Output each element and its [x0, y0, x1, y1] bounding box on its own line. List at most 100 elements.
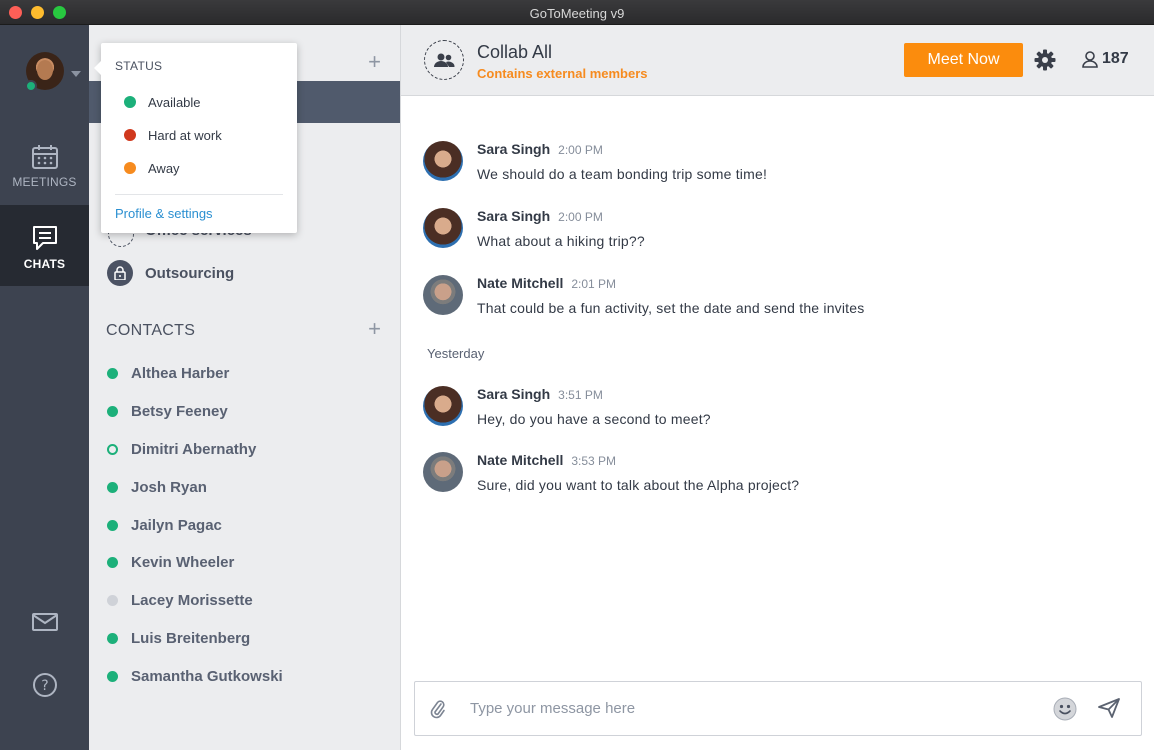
- contact-name: Kevin Wheeler: [131, 554, 235, 572]
- avatar[interactable]: [423, 386, 463, 426]
- status-dot: [107, 443, 118, 455]
- message-author[interactable]: Sara Singh: [477, 208, 550, 224]
- status-menu-title: STATUS: [115, 59, 163, 73]
- date-divider: Yesterday: [427, 346, 1139, 361]
- nav-rail: MEETINGS CHATS ?: [0, 25, 89, 750]
- group-avatar: [424, 40, 464, 80]
- status-option-label: Hard at work: [148, 127, 222, 143]
- contact-name: Betsy Feeney: [131, 403, 228, 421]
- contact-name: Althea Harber: [131, 365, 230, 383]
- message-time: 3:53 PM: [571, 454, 617, 468]
- message-meta: Nate Mitchell 2:01 PM: [477, 275, 616, 293]
- status-option-available[interactable]: Available: [124, 93, 201, 111]
- group-item-outsourcing[interactable]: Outsourcing: [107, 260, 234, 286]
- participants-button[interactable]: 187: [1082, 50, 1129, 68]
- calendar-icon: [31, 145, 58, 169]
- contact-list: Althea Harber Betsy Feeney Dimitri Abern…: [107, 355, 387, 695]
- contact-item[interactable]: Betsy Feeney: [107, 393, 387, 431]
- person-icon: [1082, 50, 1098, 68]
- message-meta: Sara Singh 2:00 PM: [477, 141, 603, 159]
- contact-name: Jailyn Pagac: [131, 516, 222, 534]
- avatar[interactable]: [423, 141, 463, 181]
- status-dot: [107, 481, 118, 493]
- meet-now-button[interactable]: Meet Now: [904, 43, 1023, 77]
- nav-chats[interactable]: CHATS: [0, 205, 89, 286]
- message-time: 3:51 PM: [558, 388, 603, 402]
- status-option-hard-at-work[interactable]: Hard at work: [124, 126, 222, 144]
- message-meta: Sara Singh 2:00 PM: [477, 208, 603, 226]
- chat-bubble-icon: [32, 226, 57, 250]
- message-text: Sure, did you want to talk about the Alp…: [477, 477, 800, 493]
- date-divider-label: Yesterday: [427, 346, 499, 361]
- paperclip-icon[interactable]: [430, 699, 446, 724]
- message-input[interactable]: [470, 696, 1030, 720]
- profile-settings-link[interactable]: Profile & settings: [115, 206, 213, 221]
- message-author[interactable]: Sara Singh: [477, 141, 550, 157]
- avatar[interactable]: [423, 452, 463, 492]
- group-item-label: Outsourcing: [145, 264, 235, 282]
- message-time: 2:00 PM: [558, 210, 603, 224]
- contact-name: Luis Breitenberg: [131, 629, 251, 647]
- my-avatar[interactable]: [25, 52, 66, 92]
- chat-pane: Collab All Contains external members Mee…: [401, 25, 1154, 750]
- lock-icon: [107, 260, 133, 286]
- message-time: 2:00 PM: [558, 143, 603, 157]
- message-author[interactable]: Nate Mitchell: [477, 452, 563, 468]
- contact-item[interactable]: Dimitri Abernathy: [107, 431, 387, 469]
- contact-item[interactable]: Samantha Gutkowski: [107, 657, 387, 695]
- contact-name: Josh Ryan: [131, 478, 207, 496]
- external-members-notice: Contains external members: [477, 66, 648, 81]
- add-group-button[interactable]: +: [368, 49, 381, 75]
- mail-icon[interactable]: [32, 612, 58, 637]
- status-option-label: Available: [148, 94, 201, 110]
- message-meta: Sara Singh 3:51 PM: [477, 386, 603, 404]
- svg-text:?: ?: [41, 678, 48, 694]
- contact-item[interactable]: Josh Ryan: [107, 468, 387, 506]
- message-time: 2:01 PM: [571, 277, 617, 291]
- divider-line: [427, 353, 1139, 354]
- status-menu: STATUS Available Hard at work Away Profi…: [94, 43, 297, 233]
- nav-meetings[interactable]: MEETINGS: [0, 120, 89, 201]
- message-author[interactable]: Nate Mitchell: [477, 275, 563, 291]
- contact-item[interactable]: Althea Harber: [107, 355, 387, 393]
- message-text: What about a hiking trip??: [477, 233, 645, 249]
- message-author[interactable]: Sara Singh: [477, 386, 550, 402]
- avatar[interactable]: [423, 275, 463, 315]
- contact-name: Samantha Gutkowski: [131, 667, 283, 685]
- status-dot: [107, 595, 118, 607]
- chat-header: Collab All Contains external members Mee…: [401, 25, 1154, 96]
- help-icon[interactable]: ?: [32, 672, 58, 703]
- status-dot: [107, 632, 118, 644]
- title-bar: GoToMeeting v9: [0, 0, 1154, 25]
- contact-item[interactable]: Kevin Wheeler: [107, 544, 387, 582]
- emoji-icon[interactable]: [1053, 697, 1077, 726]
- avatar[interactable]: [423, 208, 463, 248]
- window-title: GoToMeeting v9: [529, 6, 625, 21]
- divider: [115, 194, 283, 195]
- add-contact-button[interactable]: +: [368, 316, 381, 342]
- people-icon: [434, 53, 455, 67]
- contact-item[interactable]: Lacey Morissette: [107, 582, 387, 620]
- message-text: Hey, do you have a second to meet?: [477, 411, 711, 427]
- status-dot: [124, 96, 136, 108]
- status-dot: [107, 557, 118, 569]
- send-icon[interactable]: [1098, 698, 1120, 723]
- contact-name: Dimitri Abernathy: [131, 440, 257, 458]
- message-list: Sara Singh 2:00 PM We should do a team bo…: [401, 96, 1154, 676]
- status-dot: [107, 368, 118, 380]
- chevron-down-icon[interactable]: [71, 71, 81, 77]
- status-dot: [107, 406, 118, 418]
- gear-icon[interactable]: [1034, 49, 1056, 76]
- nav-meetings-label: MEETINGS: [12, 175, 77, 189]
- contact-item[interactable]: Luis Breitenberg: [107, 620, 387, 658]
- contact-name: Lacey Morissette: [131, 592, 253, 610]
- message-text: We should do a team bonding trip some ti…: [477, 166, 768, 182]
- chat-title: Collab All: [477, 42, 553, 62]
- message-composer: [414, 681, 1142, 736]
- participant-count: 187: [1102, 50, 1129, 67]
- status-option-away[interactable]: Away: [124, 159, 180, 177]
- contact-item[interactable]: Jailyn Pagac: [107, 506, 387, 544]
- status-dot: [124, 129, 136, 141]
- my-status-dot: [25, 80, 37, 92]
- status-option-label: Away: [148, 160, 180, 176]
